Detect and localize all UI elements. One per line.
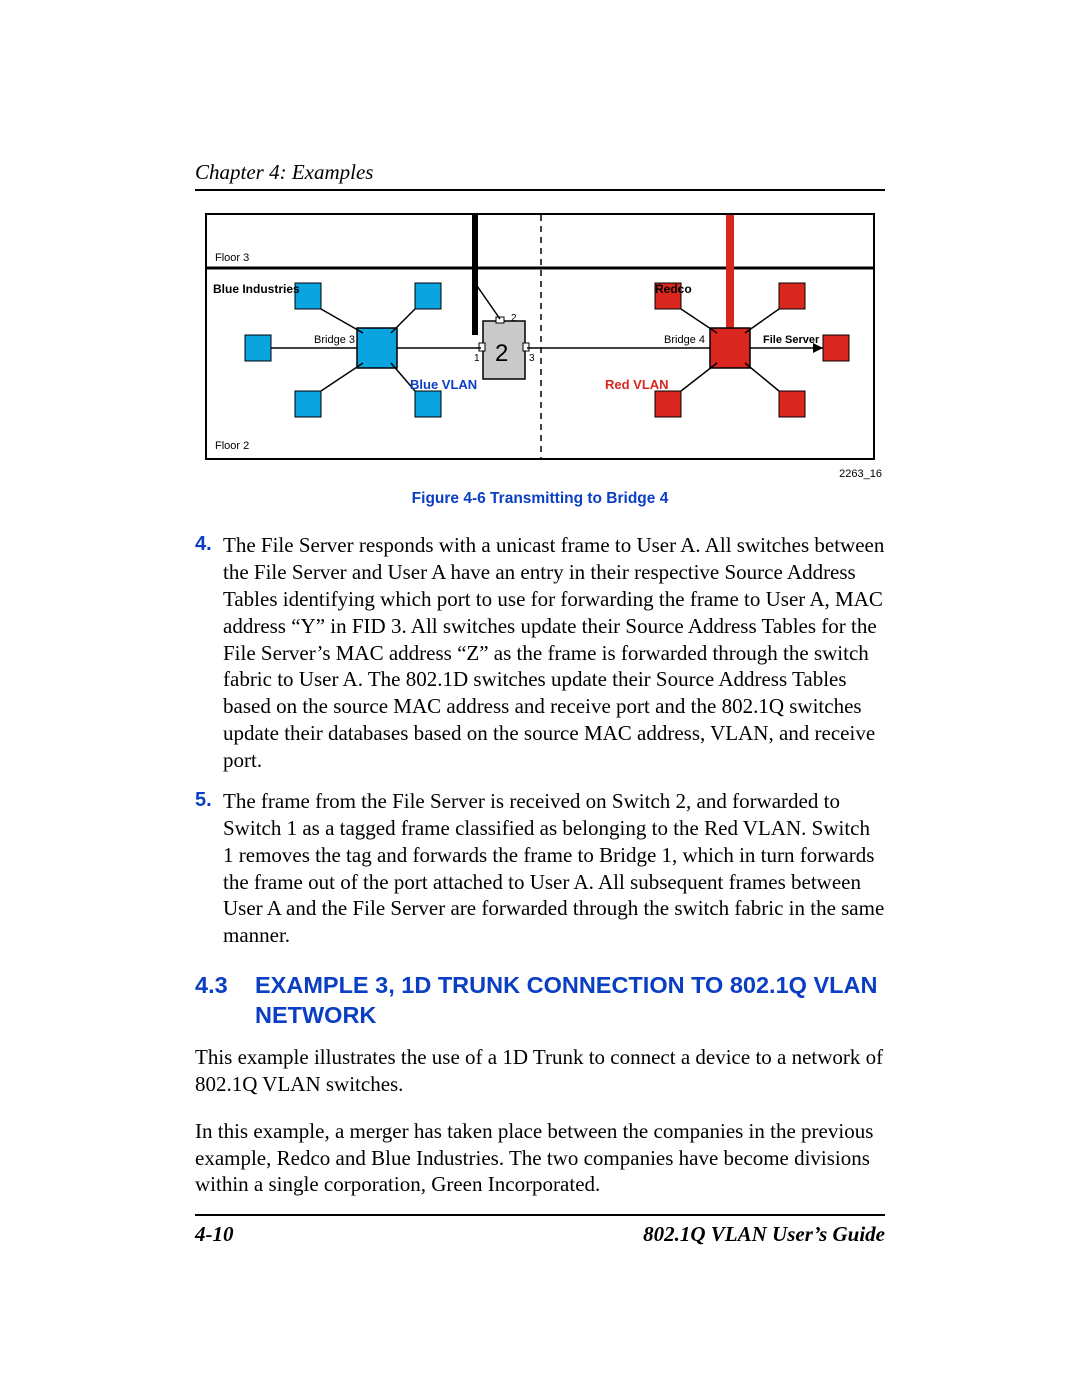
figure-id: 2263_16 (205, 468, 882, 480)
port-3: 3 (529, 353, 535, 364)
list-text: The File Server responds with a unicast … (223, 532, 885, 774)
list-item: 5. The frame from the File Server is rec… (195, 788, 885, 949)
floor2-label: Floor 2 (215, 440, 249, 452)
footer-rule (195, 1214, 885, 1216)
page-header: Chapter 4: Examples (195, 160, 885, 185)
section-heading: 4.3 EXAMPLE 3, 1D TRUNK CONNECTION TO 80… (195, 971, 885, 1030)
section-number: 4.3 (195, 971, 255, 1030)
bridge3-label: Bridge 3 (314, 334, 355, 346)
port-2: 2 (511, 313, 517, 324)
list-text: The frame from the File Server is receiv… (223, 788, 885, 949)
page-footer: 4-10 802.1Q VLAN User’s Guide (195, 1214, 885, 1247)
blue-vlan-label: Blue VLAN (410, 377, 477, 392)
list-number: 5. (195, 788, 223, 949)
red-vlan-label: Red VLAN (605, 377, 669, 392)
redco-label: Redco (655, 282, 692, 296)
section-title: EXAMPLE 3, 1D TRUNK CONNECTION TO 802.1Q… (255, 971, 885, 1030)
floor3-label: Floor 3 (215, 252, 249, 264)
page-number: 4-10 (195, 1222, 234, 1247)
blue-industries-label: Blue Industries (213, 282, 300, 296)
paragraph: In this example, a merger has taken plac… (195, 1118, 885, 1199)
header-rule (195, 189, 885, 191)
bridge4-label: Bridge 4 (664, 334, 705, 346)
figure-diagram: Floor 3 Floor 2 2 (205, 213, 885, 480)
page: Chapter 4: Examples Floor 3 Floor 2 (0, 0, 1080, 1397)
file-server-label: File Server (763, 334, 820, 346)
ordered-list: 4. The File Server responds with a unica… (195, 532, 885, 949)
list-number: 4. (195, 532, 223, 774)
guide-title: 802.1Q VLAN User’s Guide (643, 1222, 885, 1247)
network-diagram-svg: Floor 3 Floor 2 2 (205, 213, 875, 460)
list-item: 4. The File Server responds with a unica… (195, 532, 885, 774)
switch-2-label: 2 (495, 340, 508, 367)
port-1: 1 (474, 353, 480, 364)
paragraph: This example illustrates the use of a 1D… (195, 1044, 885, 1098)
figure-caption: Figure 4-6 Transmitting to Bridge 4 (195, 490, 885, 508)
